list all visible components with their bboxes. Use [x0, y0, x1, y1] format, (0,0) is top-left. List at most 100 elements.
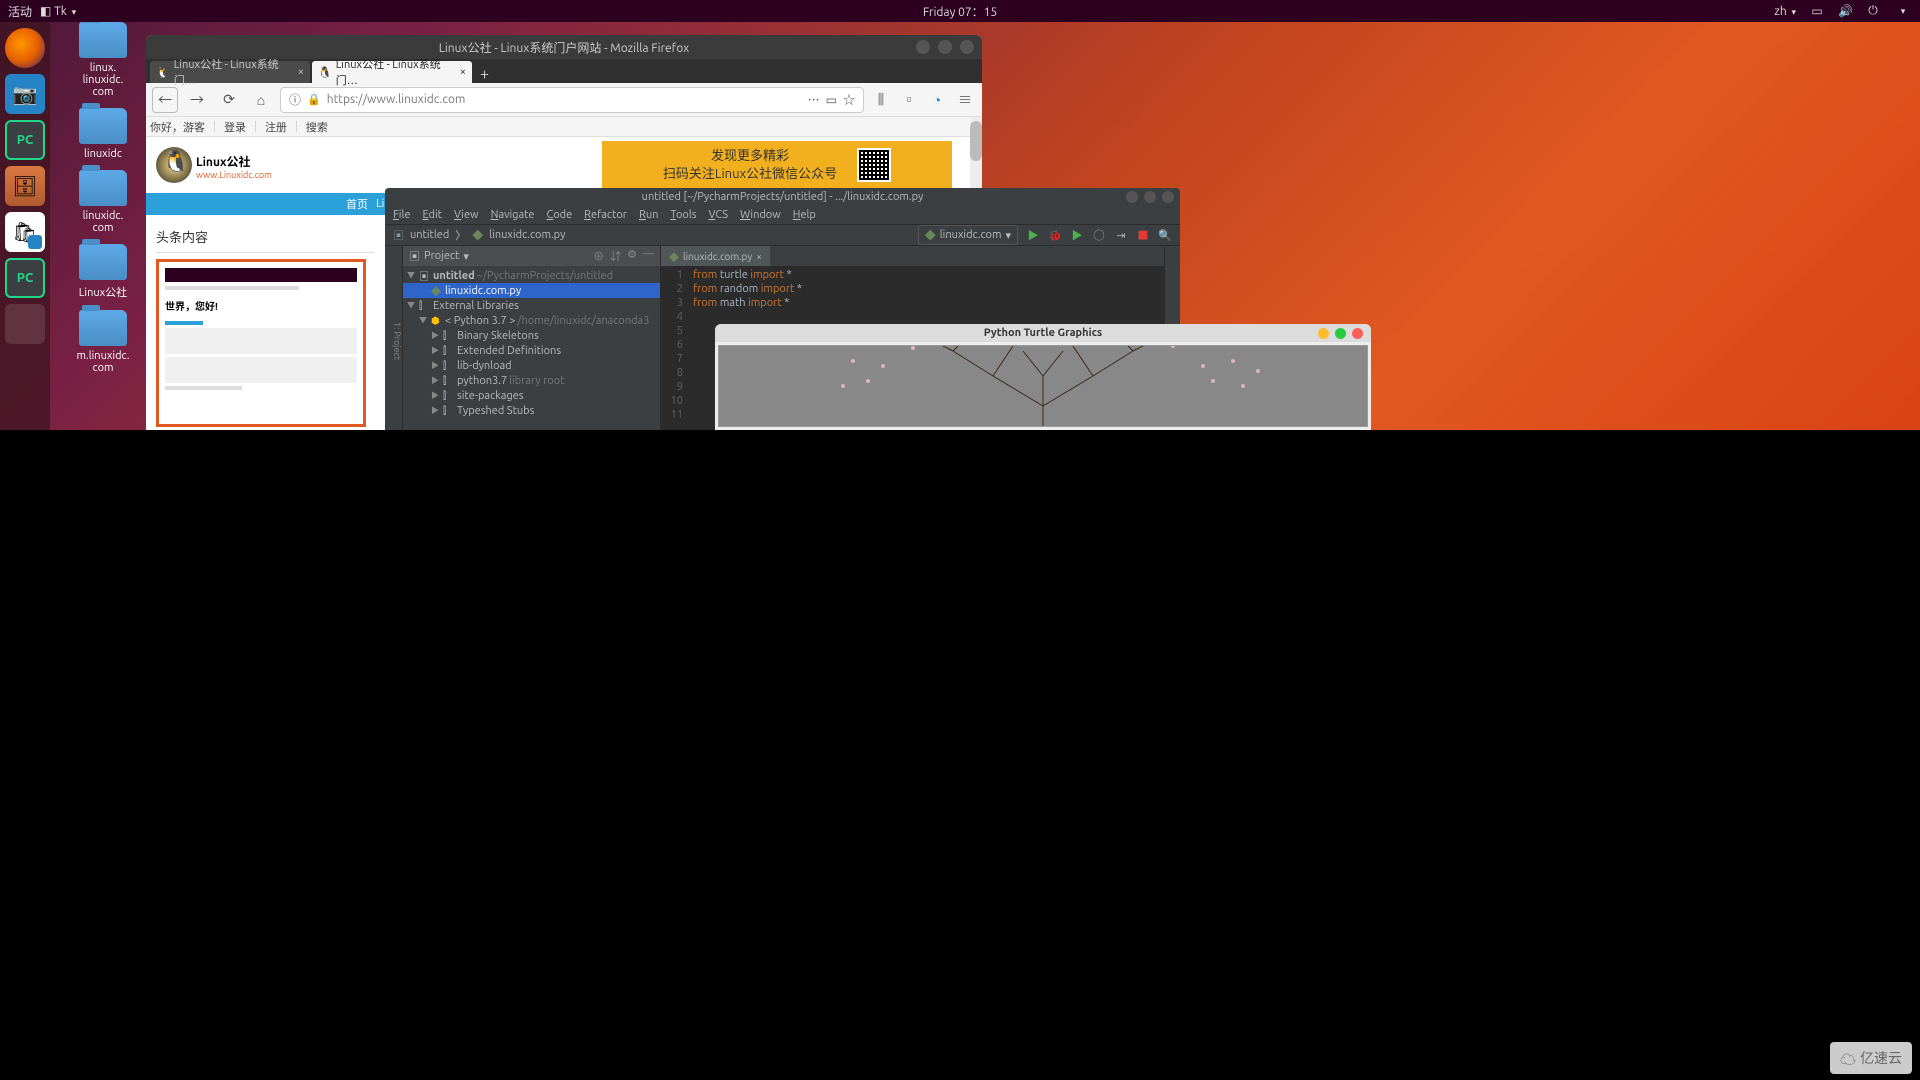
- menu-code[interactable]: Code: [546, 209, 572, 221]
- minimize-button[interactable]: [1318, 328, 1329, 339]
- tab-close-icon[interactable]: ×: [756, 251, 762, 262]
- crumb-project[interactable]: untitled: [410, 229, 449, 241]
- menu-window[interactable]: Window: [740, 209, 781, 221]
- scrollbar-thumb[interactable]: [970, 121, 982, 161]
- info-icon[interactable]: ⓘ: [289, 91, 301, 108]
- minimize-button[interactable]: [1126, 191, 1138, 203]
- run-coverage-button[interactable]: ▶: [1070, 227, 1084, 243]
- desktop-folder[interactable]: linuxidc: [68, 108, 138, 160]
- browser-tab-active[interactable]: 🐧 Linux公社 - Linux系统门…×: [312, 61, 472, 83]
- maximize-button[interactable]: [1335, 328, 1346, 339]
- volume-icon[interactable]: 🔊: [1838, 4, 1852, 18]
- tree-node-file-selected[interactable]: ◆linuxidc.com.py: [403, 283, 660, 298]
- menu-vcs[interactable]: VCS: [709, 209, 729, 221]
- activities-button[interactable]: 活动: [8, 3, 32, 20]
- url-bar[interactable]: ⓘ 🔒 https://www.linuxidc.com ⋯ ▭ ☆: [280, 87, 864, 113]
- clock[interactable]: Friday 07：15: [923, 3, 997, 20]
- project-tool-header: ▣Project ▾ ⊕ ⇵ ⚙ —: [403, 246, 660, 266]
- menu-file[interactable]: File: [393, 209, 410, 221]
- launcher-firefox[interactable]: [5, 28, 45, 68]
- tree-node[interactable]: ▶⫿site-packages: [403, 388, 660, 403]
- sidebar-icon[interactable]: ▫: [898, 90, 920, 110]
- tree-node-python[interactable]: ▼⬢< Python 3.7 > /home/linuxidc/anaconda…: [403, 313, 660, 328]
- launcher-pycharm-2[interactable]: PC: [5, 258, 45, 298]
- desktop-folder[interactable]: m.linuxidc. com: [68, 310, 138, 374]
- tree-node[interactable]: ▶⫿Binary Skeletons: [403, 328, 660, 343]
- nav-home[interactable]: 首页: [346, 196, 368, 212]
- home-button[interactable]: ⌂: [248, 87, 274, 113]
- desktop-folder[interactable]: Linux公社: [68, 244, 138, 300]
- menu-navigate[interactable]: Navigate: [491, 209, 535, 221]
- launcher-software[interactable]: 🛍: [5, 212, 45, 252]
- launcher-pycharm[interactable]: PC: [5, 120, 45, 160]
- tab-close-icon[interactable]: ×: [298, 66, 304, 78]
- attach-button[interactable]: ⇥: [1114, 229, 1128, 242]
- menu-help[interactable]: Help: [793, 209, 816, 221]
- crumb-file[interactable]: linuxidc.com.py: [489, 229, 565, 241]
- menu-run[interactable]: Run: [639, 209, 658, 221]
- launcher-dock: 📷 PC 🗄 🛍 PC: [0, 22, 50, 430]
- tree-node[interactable]: ▶⫿Typeshed Stubs: [403, 403, 660, 418]
- tab-close-icon[interactable]: ×: [460, 66, 466, 78]
- bookmark-star-icon[interactable]: ☆: [843, 91, 855, 108]
- register-link[interactable]: 注册: [265, 119, 287, 135]
- launcher-files[interactable]: 🗄: [5, 166, 45, 206]
- pycharm-titlebar[interactable]: untitled [~/PycharmProjects/untitled] - …: [385, 188, 1180, 206]
- app-menu[interactable]: ◧ Tk ▾: [40, 4, 76, 18]
- power-icon[interactable]: ⏻: [1866, 4, 1880, 18]
- gear-icon[interactable]: ⚙: [627, 248, 637, 264]
- debug-button[interactable]: 🐞: [1048, 229, 1062, 242]
- collapse-icon[interactable]: ⇵: [610, 248, 621, 264]
- menu-bar: File Edit View Navigate Code Refactor Ru…: [385, 206, 1180, 224]
- left-gutter[interactable]: 1: Project: [385, 246, 403, 430]
- launcher-screenshot[interactable]: 📷: [5, 74, 45, 114]
- forward-button[interactable]: →: [184, 87, 210, 113]
- menu-edit[interactable]: Edit: [422, 209, 442, 221]
- run-button[interactable]: ▶: [1026, 227, 1040, 243]
- maximize-button[interactable]: [1144, 191, 1156, 203]
- search-icon[interactable]: 🔍: [1158, 229, 1172, 242]
- tree-node-ext[interactable]: ▼⫿External Libraries: [403, 298, 660, 313]
- system-menu-caret[interactable]: ▾: [1896, 6, 1910, 17]
- target-icon[interactable]: ⊕: [593, 248, 604, 264]
- close-button[interactable]: [960, 40, 974, 54]
- reader-icon[interactable]: ▭: [826, 93, 837, 107]
- tree-node[interactable]: ▶⫿lib-dynload: [403, 358, 660, 373]
- tree-node[interactable]: ▶⫿Extended Definitions: [403, 343, 660, 358]
- menu-view[interactable]: View: [454, 209, 479, 221]
- menu-button[interactable]: ≡: [954, 90, 976, 110]
- input-method[interactable]: zh ▾: [1774, 5, 1796, 18]
- account-icon[interactable]: ◔: [926, 92, 948, 108]
- project-label[interactable]: Project: [424, 250, 459, 262]
- close-button[interactable]: [1162, 191, 1174, 203]
- back-button[interactable]: ←: [152, 87, 178, 113]
- wechat-banner[interactable]: 发现更多精彩 扫码关注Linux公社微信公众号: [602, 141, 952, 189]
- minimize-button[interactable]: [916, 40, 930, 54]
- launcher-terminal[interactable]: [5, 304, 45, 344]
- stop-button[interactable]: ■: [1136, 227, 1150, 243]
- profile-button[interactable]: ◯: [1092, 227, 1106, 243]
- reload-button[interactable]: ⟳: [216, 87, 242, 113]
- browser-tab[interactable]: 🐧 Linux公社 - Linux系统门…×: [150, 61, 310, 83]
- tree-node-root[interactable]: ▼▣untitled ~/PycharmProjects/untitled: [403, 268, 660, 283]
- editor-tab[interactable]: ◆linuxidc.com.py ×: [661, 246, 770, 266]
- tree-node[interactable]: ▶⫿python3.7 library root: [403, 373, 660, 388]
- page-actions-icon[interactable]: ⋯: [808, 91, 820, 108]
- close-button[interactable]: [1352, 328, 1363, 339]
- menu-refactor[interactable]: Refactor: [584, 209, 627, 221]
- network-icon[interactable]: ▭: [1810, 4, 1824, 18]
- site-logo[interactable]: Linux公社 www.Linuxidc.com: [156, 147, 272, 183]
- library-icon[interactable]: ⫼: [870, 91, 892, 108]
- menu-tools[interactable]: Tools: [670, 209, 696, 221]
- firefox-titlebar[interactable]: Linux公社 - Linux系统门户网站 - Mozilla Firefox: [146, 35, 982, 59]
- desktop-folder[interactable]: linux. linuxidc. com: [68, 22, 138, 98]
- login-link[interactable]: 登录: [224, 119, 246, 135]
- search-link[interactable]: 搜索: [306, 119, 328, 135]
- maximize-button[interactable]: [938, 40, 952, 54]
- run-config-selector[interactable]: ◆linuxidc.com ▾: [918, 225, 1018, 245]
- turtle-titlebar[interactable]: Python Turtle Graphics: [715, 324, 1371, 342]
- new-tab-button[interactable]: +: [474, 65, 495, 83]
- hide-icon[interactable]: —: [643, 248, 654, 264]
- headline-thumb[interactable]: 世界，您好!: [156, 259, 366, 427]
- desktop-folder[interactable]: linuxidc. com: [68, 170, 138, 234]
